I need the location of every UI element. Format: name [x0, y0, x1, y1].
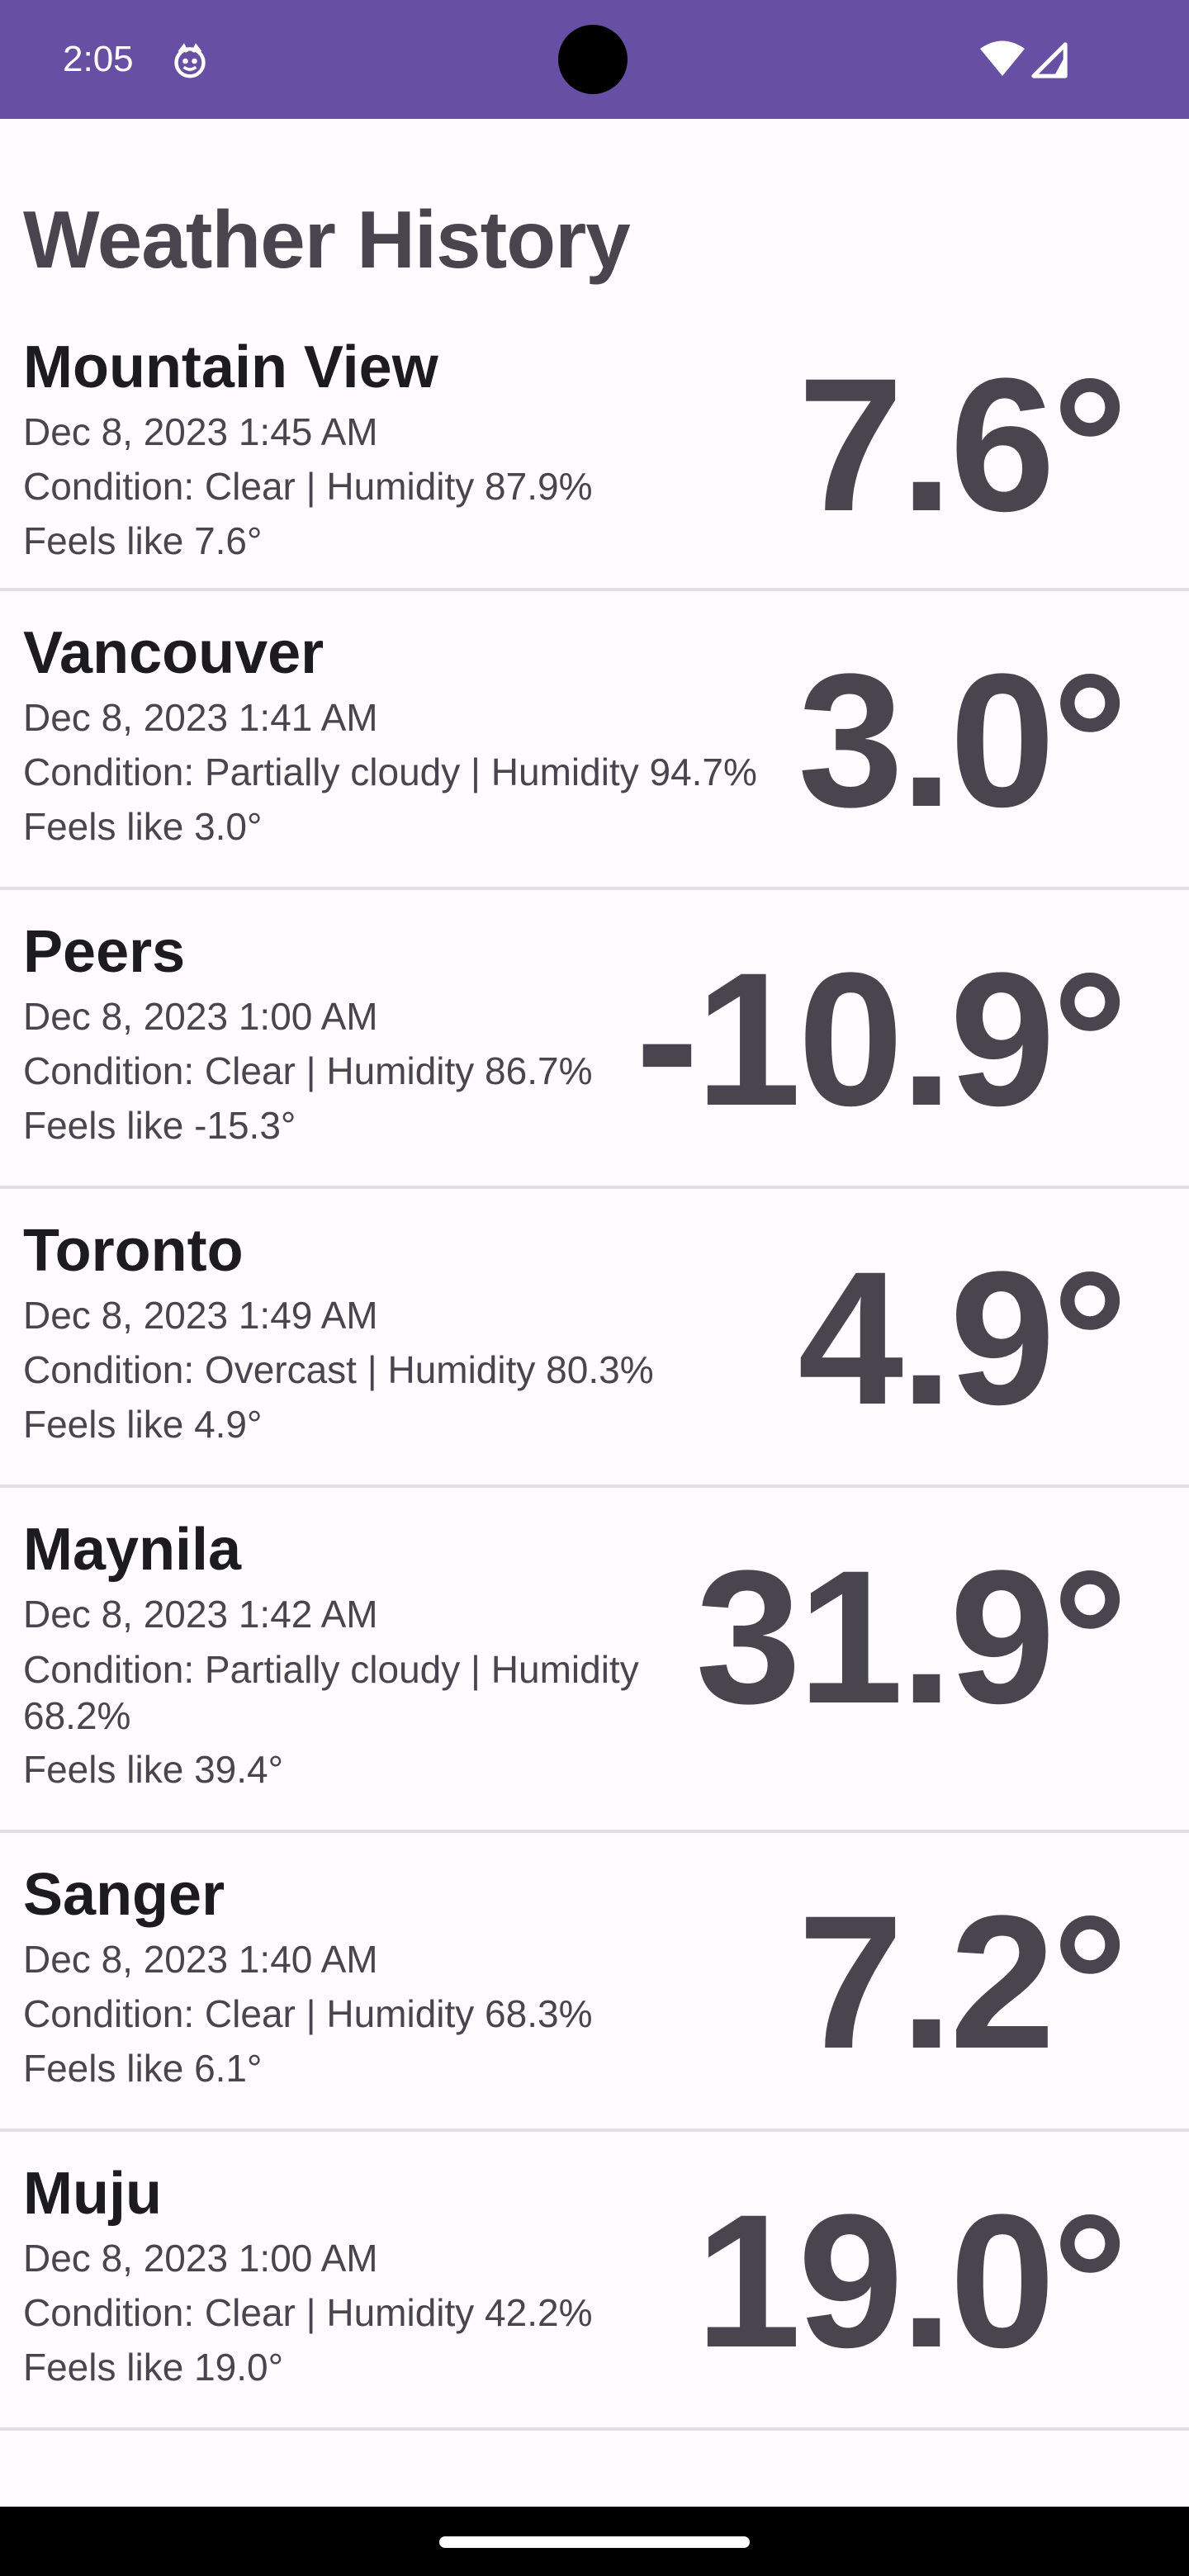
- history-item-info: Peers Dec 8, 2023 1:00 AM Condition: Cle…: [23, 915, 592, 1153]
- datetime-text: Dec 8, 2023 1:41 AM: [23, 696, 378, 739]
- temperature-value: 31.9°: [695, 1531, 1128, 1743]
- app-notification-icon: [174, 43, 206, 78]
- history-item-muju[interactable]: Muju Dec 8, 2023 1:00 AM Condition: Clea…: [0, 2132, 1189, 2431]
- temperature-value: 3.0°: [798, 634, 1128, 846]
- feels-like-text: Feels like 3.0°: [23, 805, 263, 848]
- condition-text: Condition: Partially cloudy | Humidity 6…: [23, 1648, 639, 1737]
- history-item-info: Toronto Dec 8, 2023 1:49 AM Condition: O…: [23, 1214, 654, 1451]
- feels-like-text: Feels like 4.9°: [23, 1403, 263, 1446]
- feels-like-text: Feels like -15.3°: [23, 1104, 296, 1147]
- feels-like-text: Feels like 7.6°: [23, 519, 263, 562]
- status-bar: 2:05: [0, 0, 1189, 119]
- history-item-mountain-view[interactable]: Mountain View Dec 8, 2023 1:45 AM Condit…: [0, 319, 1189, 591]
- temperature-value: -10.9°: [635, 933, 1128, 1145]
- condition-text: Condition: Clear | Humidity 68.3%: [23, 1992, 593, 2035]
- city-name: Mountain View: [23, 334, 438, 400]
- feels-like-text: Feels like 6.1°: [23, 2047, 263, 2090]
- city-name: Muju: [23, 2161, 162, 2227]
- condition-text: Condition: Clear | Humidity 87.9%: [23, 465, 593, 508]
- history-item-maynila[interactable]: Maynila Dec 8, 2023 1:42 AM Condition: P…: [0, 1488, 1189, 1833]
- city-name: Maynila: [23, 1517, 242, 1583]
- temperature-value: 4.9°: [798, 1232, 1128, 1444]
- datetime-text: Dec 8, 2023 1:00 AM: [23, 995, 378, 1038]
- temperature-value: 7.6°: [798, 339, 1128, 551]
- page-title: Weather History: [23, 194, 631, 285]
- history-item-vancouver[interactable]: Vancouver Dec 8, 2023 1:41 AM Condition:…: [0, 591, 1189, 890]
- history-item-sanger[interactable]: Sanger Dec 8, 2023 1:40 AM Condition: Cl…: [0, 1833, 1189, 2132]
- home-gesture-handle[interactable]: [439, 2536, 750, 2548]
- camera-cutout: [558, 25, 628, 94]
- datetime-text: Dec 8, 2023 1:49 AM: [23, 1294, 378, 1337]
- status-time: 2:05: [63, 39, 134, 79]
- city-name: Toronto: [23, 1218, 244, 1284]
- history-item-peers[interactable]: Peers Dec 8, 2023 1:00 AM Condition: Cle…: [0, 890, 1189, 1189]
- history-item-info: Maynila Dec 8, 2023 1:42 AM Condition: P…: [23, 1513, 700, 1797]
- history-item-info: Muju Dec 8, 2023 1:00 AM Condition: Clea…: [23, 2157, 592, 2394]
- wifi-icon: [980, 40, 1025, 76]
- feels-like-text: Feels like 19.0°: [23, 2346, 283, 2389]
- city-name: Peers: [23, 919, 186, 985]
- temperature-value: 7.2°: [798, 1876, 1128, 2088]
- cellular-signal-icon: [1031, 42, 1068, 78]
- history-item-toronto[interactable]: Toronto Dec 8, 2023 1:49 AM Condition: O…: [0, 1189, 1189, 1488]
- datetime-text: Dec 8, 2023 1:45 AM: [23, 410, 378, 453]
- history-item-info: Mountain View Dec 8, 2023 1:45 AM Condit…: [23, 330, 592, 568]
- condition-text: Condition: Clear | Humidity 42.2%: [23, 2291, 593, 2334]
- datetime-text: Dec 8, 2023 1:42 AM: [23, 1593, 378, 1636]
- navigation-bar: [0, 2507, 1189, 2576]
- city-name: Vancouver: [23, 620, 324, 686]
- city-name: Sanger: [23, 1862, 225, 1928]
- condition-text: Condition: Overcast | Humidity 80.3%: [23, 1348, 654, 1391]
- datetime-text: Dec 8, 2023 1:40 AM: [23, 1938, 378, 1981]
- temperature-value: 19.0°: [695, 2175, 1128, 2387]
- condition-text: Condition: Partially cloudy | Humidity 9…: [23, 751, 757, 793]
- weather-history-list: Mountain View Dec 8, 2023 1:45 AM Condit…: [0, 319, 1189, 2431]
- history-item-info: Vancouver Dec 8, 2023 1:41 AM Condition:…: [23, 616, 757, 854]
- datetime-text: Dec 8, 2023 1:00 AM: [23, 2237, 378, 2280]
- feels-like-text: Feels like 39.4°: [23, 1748, 283, 1791]
- history-item-info: Sanger Dec 8, 2023 1:40 AM Condition: Cl…: [23, 1858, 592, 2095]
- condition-text: Condition: Clear | Humidity 86.7%: [23, 1049, 593, 1092]
